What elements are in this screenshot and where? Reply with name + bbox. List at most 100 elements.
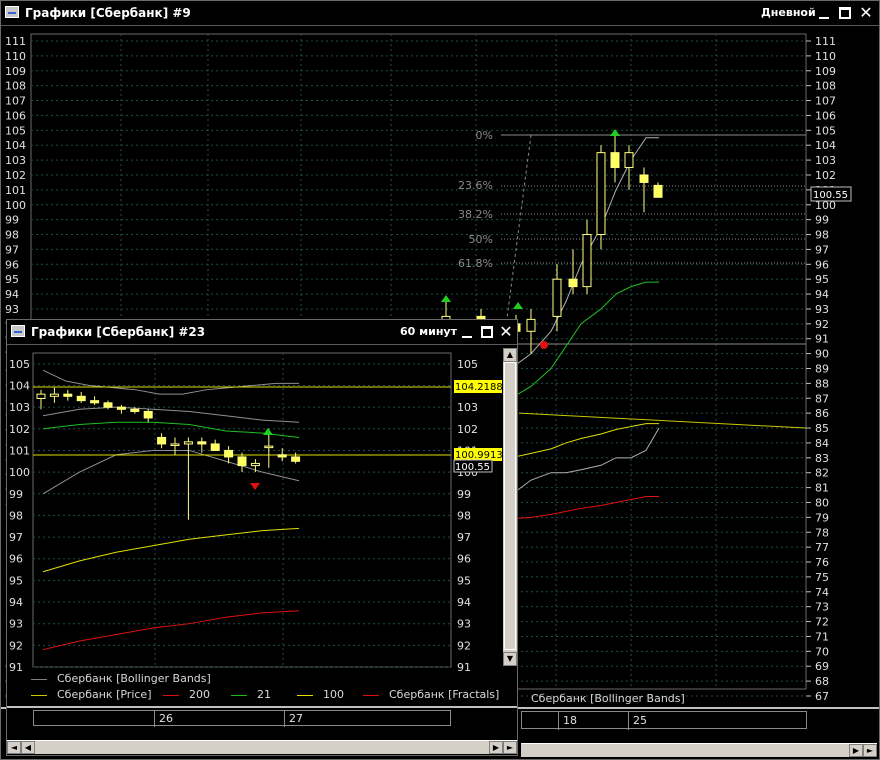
legend-swatch (231, 694, 247, 696)
scroll-right-button[interactable]: ▶ (489, 741, 503, 754)
main-window-title: Графики [Сбербанк] #9 (25, 6, 191, 20)
price-tick-label: 93 (815, 303, 829, 316)
sub-horizontal-scrollbar[interactable]: ◄ ◀ ▶ ► (7, 740, 517, 754)
main-date-axis: 18 25 (521, 711, 807, 730)
candle-body (237, 456, 247, 467)
price-tick-label: 94 (815, 288, 829, 301)
price-tick-label: 97 (815, 243, 829, 256)
candle-body (639, 174, 649, 183)
price-tick-label: 111 (815, 35, 836, 48)
price-tick-label: 102 (9, 423, 30, 436)
maximize-button[interactable] (837, 5, 853, 21)
price-tick-label: 97 (457, 531, 471, 544)
close-button[interactable]: ✕ (498, 324, 514, 340)
price-tick-label: 93 (9, 618, 23, 631)
main-titlebar[interactable]: Графики [Сбербанк] #9 Дневной ✕ (1, 1, 879, 26)
price-tick-label: 95 (815, 273, 829, 286)
price-tick-label: 98 (9, 509, 23, 522)
price-tick-label: 81 (815, 482, 829, 495)
candle-body (210, 443, 220, 451)
price-tick-label: 73 (815, 601, 829, 614)
candle-body (90, 400, 100, 404)
price-tick-label: 92 (815, 318, 829, 331)
price-tick-label: 103 (9, 401, 30, 414)
close-button[interactable]: ✕ (858, 5, 874, 21)
price-tick-label: 94 (457, 596, 471, 609)
sub-current-price-value: 100.55 (455, 462, 490, 473)
price-tick-label: 87 (815, 392, 829, 405)
legend-label: 21 (257, 688, 271, 701)
price-tick-label: 92 (457, 639, 471, 652)
price-tick-label: 108 (5, 80, 26, 93)
scroll-down-button[interactable]: ▼ (503, 652, 517, 666)
main-legend: Сбербанк [Bollinger Bands] (521, 691, 861, 707)
sub-vertical-scrollbar[interactable]: ▲ ▼ (503, 348, 517, 666)
legend-item: Сбербанк [Fractals] (363, 688, 499, 701)
scroll-right-button[interactable]: ▶ (849, 744, 863, 757)
candle-body (197, 441, 207, 445)
candle-body (291, 456, 301, 462)
sub-timeframe-label[interactable]: 60 минут (400, 325, 457, 338)
price-tick-label: 102 (5, 169, 26, 182)
price-tick-label: 95 (5, 273, 19, 286)
scroll-end-button[interactable]: ► (863, 744, 877, 757)
scroll-left-button[interactable]: ◄ (7, 741, 21, 754)
price-tick-label: 99 (5, 214, 19, 227)
legend-swatch (31, 694, 47, 696)
maximize-button[interactable] (479, 324, 495, 340)
candle-body (250, 462, 260, 467)
scroll-left-step-button[interactable]: ◀ (21, 741, 35, 754)
price-tick-label: 80 (815, 496, 829, 509)
price-tick-label: 110 (5, 50, 26, 63)
price-tick-label: 104 (9, 379, 30, 392)
main-horizontal-scrollbar[interactable]: ▶ ► (521, 743, 877, 757)
level-price-tag-low-value: 100.99133 (455, 450, 503, 461)
price-tick-label: 105 (815, 124, 836, 137)
price-tick-label: 100 (5, 199, 26, 212)
scroll-end-button[interactable]: ► (503, 741, 517, 754)
candle-body (49, 393, 59, 397)
price-tick-label: 71 (815, 630, 829, 643)
candle-body (170, 443, 180, 446)
hourly-chart-window: Графики [Сбербанк] #23 60 минут ✕ 105 105… (6, 319, 518, 756)
legend-label: Сбербанк [Price] (57, 688, 152, 701)
price-tick-label: 101 (5, 184, 26, 197)
main-date-label: 25 (633, 714, 647, 727)
price-tick-label: 109 (815, 65, 836, 78)
price-tick-label: 84 (815, 437, 829, 450)
price-tick-label: 98 (457, 509, 471, 522)
price-tick-label: 79 (815, 511, 829, 524)
scroll-thumb[interactable] (504, 362, 516, 650)
candle-body (63, 393, 73, 397)
scroll-up-button[interactable]: ▲ (503, 348, 517, 362)
legend-label: 100 (323, 688, 344, 701)
legend-label: Сбербанк [Bollinger Bands] (57, 672, 211, 685)
main-timeframe-label[interactable]: Дневной (761, 6, 816, 19)
candle-body (277, 454, 287, 458)
fractal-down-marker (540, 341, 548, 349)
candle-body (596, 152, 606, 236)
candle-body (143, 410, 153, 419)
main-date-label: 18 (563, 714, 577, 727)
price-tick-label: 103 (5, 154, 26, 167)
hourly-price-chart[interactable]: 1051051041041031031021021011011001009999… (7, 345, 503, 673)
price-tick-label: 105 (457, 358, 478, 371)
price-tick-label: 104 (815, 139, 836, 152)
candle-body (76, 395, 86, 402)
candle-body (224, 449, 234, 458)
sub-titlebar[interactable]: Графики [Сбербанк] #23 60 минут ✕ (7, 320, 517, 345)
price-tick-label: 83 (815, 452, 829, 465)
price-tick-label: 94 (9, 596, 23, 609)
legend-item: 200 (163, 688, 210, 701)
price-tick-label: 76 (815, 556, 829, 569)
price-tick-label: 107 (815, 95, 836, 108)
minimize-button[interactable] (816, 5, 832, 21)
price-tick-label: 78 (815, 526, 829, 539)
price-tick-label: 89 (815, 363, 829, 376)
legend-item: Сбербанк [Bollinger Bands] (31, 672, 211, 685)
price-tick-label: 98 (815, 229, 829, 242)
minimize-button[interactable] (459, 324, 475, 340)
price-tick-label: 107 (5, 95, 26, 108)
price-tick-label: 94 (5, 288, 19, 301)
price-tick-label: 85 (815, 422, 829, 435)
